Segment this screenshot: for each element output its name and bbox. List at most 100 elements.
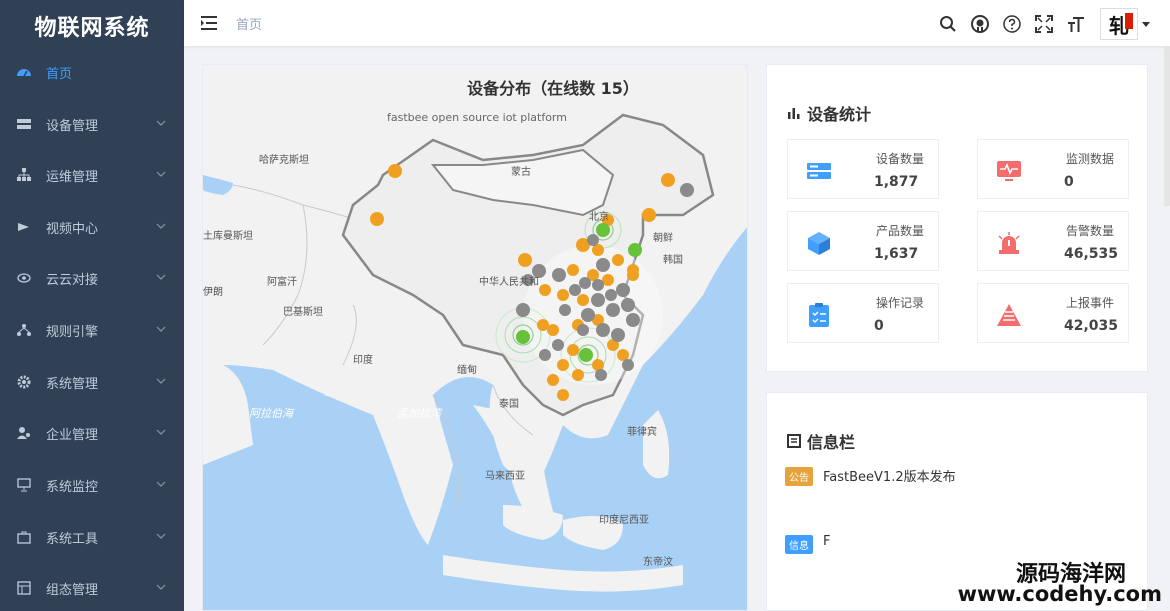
map-label: 阿富汗 bbox=[267, 277, 297, 288]
map-label: 蒙古 bbox=[511, 167, 531, 178]
stat-value: 0 bbox=[1064, 174, 1074, 190]
map-label: 东帝汶 bbox=[643, 557, 673, 568]
sidebar-item-tools[interactable]: 系统工具 bbox=[0, 517, 184, 557]
sidebar-item-cloud[interactable]: 云云对接 bbox=[0, 258, 184, 298]
notice-link[interactable]: FastBeeV1.2版本发布 bbox=[823, 466, 956, 485]
map-label: 哈萨克斯坦 bbox=[259, 155, 309, 166]
breadcrumb[interactable]: 首页 bbox=[236, 14, 262, 33]
sea-label: 孟加拉湾 bbox=[397, 407, 441, 420]
sidebar-item-label: 组态管理 bbox=[46, 582, 99, 598]
sidebar-item-label: 视频中心 bbox=[46, 221, 99, 237]
sidebar-item-label: 系统监控 bbox=[46, 479, 99, 495]
chevron-down-icon bbox=[156, 274, 166, 280]
map-label: 北京 bbox=[589, 212, 609, 223]
bar-chart-icon bbox=[788, 108, 800, 119]
stat-tile-oplogs[interactable]: 操作记录 0 bbox=[787, 283, 939, 343]
hamburger-icon[interactable] bbox=[200, 14, 218, 32]
stat-label: 产品数量 bbox=[875, 224, 924, 238]
chevron-down-icon bbox=[156, 326, 166, 332]
header-actions: 轧 bbox=[926, 8, 1150, 40]
sidebar-item-label: 规则引擎 bbox=[46, 324, 99, 340]
stat-tile-alarms[interactable]: 告警数量 46,535 bbox=[977, 211, 1129, 271]
search-icon[interactable] bbox=[938, 14, 958, 34]
chevron-down-icon bbox=[156, 584, 166, 590]
stats-title: 设备统计 bbox=[807, 105, 872, 124]
map-label: 韩国 bbox=[663, 255, 683, 266]
map-label: 巴基斯坦 bbox=[283, 307, 323, 318]
sidebar-item-config[interactable]: 组态管理 bbox=[0, 568, 184, 608]
chevron-down-icon bbox=[156, 171, 166, 177]
stats-header: 设备统计 bbox=[787, 101, 871, 125]
share-icon bbox=[16, 322, 32, 338]
font-size-icon[interactable] bbox=[1066, 14, 1086, 34]
sidebar-item-ops[interactable]: 运维管理 bbox=[0, 155, 184, 195]
map-label: 菲律宾 bbox=[627, 427, 657, 438]
stat-label: 上报事件 bbox=[1065, 296, 1114, 310]
map-subtitle: fastbee open source iot platform bbox=[387, 111, 567, 124]
sidebar-item-monitor[interactable]: 系统监控 bbox=[0, 465, 184, 505]
cube-icon bbox=[808, 232, 830, 255]
fullscreen-icon[interactable] bbox=[1034, 14, 1054, 34]
notice-title: 信息栏 bbox=[807, 433, 856, 452]
sidebar: 物联网系统 首页 设备管理 运维管理 视频中心 云云对接 规则引擎 系统管理 企… bbox=[0, 0, 184, 611]
scrollbar[interactable] bbox=[1164, 46, 1170, 206]
chevron-down-icon bbox=[156, 429, 166, 435]
sidebar-item-video[interactable]: 视频中心 bbox=[0, 207, 184, 247]
alarm-icon bbox=[998, 232, 1020, 254]
sidebar-item-rules[interactable]: 规则引擎 bbox=[0, 310, 184, 350]
sidebar-item-enterprise[interactable]: 企业管理 bbox=[0, 413, 184, 453]
sea-label: 阿拉伯海 bbox=[249, 407, 293, 420]
device-distribution-map[interactable]: 设备分布（在线数 15） fastbee open source iot pla… bbox=[202, 64, 748, 611]
sidebar-item-label: 系统工具 bbox=[46, 531, 99, 547]
watermark-url: www.codehy.com bbox=[957, 582, 1162, 606]
map-label: 印度尼西亚 bbox=[599, 515, 649, 526]
warning-icon bbox=[997, 304, 1021, 326]
notice-link[interactable]: F bbox=[823, 534, 830, 549]
map-label: 马来西亚 bbox=[485, 471, 525, 482]
map-label: 朝鲜 bbox=[653, 233, 673, 244]
map-label: 伊朗 bbox=[203, 287, 223, 298]
user-group-icon bbox=[16, 425, 32, 441]
app-logo-title: 物联网系统 bbox=[34, 16, 150, 41]
chevron-down-icon bbox=[156, 378, 166, 384]
map-canvas[interactable] bbox=[203, 65, 748, 611]
notice-tag: 信息 bbox=[785, 535, 813, 554]
sidebar-item-system[interactable]: 系统管理 bbox=[0, 362, 184, 402]
stat-value: 0 bbox=[874, 318, 884, 334]
stat-value: 46,535 bbox=[1064, 246, 1119, 262]
sidebar-item-label: 设备管理 bbox=[46, 118, 99, 134]
notice-tag: 公告 bbox=[785, 467, 813, 486]
stat-tile-events[interactable]: 上报事件 42,035 bbox=[977, 283, 1129, 343]
sidebar-item-device[interactable]: 设备管理 bbox=[0, 104, 184, 144]
caret-down-icon[interactable] bbox=[1142, 20, 1150, 28]
avatar[interactable]: 轧 bbox=[1100, 8, 1138, 40]
stat-tile-monitor[interactable]: 监测数据 0 bbox=[977, 139, 1129, 199]
map-label: 泰国 bbox=[499, 399, 519, 410]
sidebar-item-label: 系统管理 bbox=[46, 376, 99, 392]
chevron-down-icon bbox=[156, 223, 166, 229]
stat-value: 1,877 bbox=[874, 174, 919, 190]
document-icon bbox=[787, 434, 801, 448]
device-icon bbox=[16, 116, 32, 132]
gear-icon bbox=[16, 374, 32, 390]
chevron-down-icon bbox=[156, 120, 166, 126]
stat-value: 42,035 bbox=[1064, 318, 1119, 334]
question-icon[interactable] bbox=[1002, 14, 1022, 34]
layout-icon bbox=[16, 580, 32, 596]
stat-tile-devices[interactable]: 设备数量 1,877 bbox=[787, 139, 939, 199]
clipboard-icon bbox=[809, 303, 829, 327]
map-label: 缅甸 bbox=[457, 365, 477, 376]
sidebar-item-label: 首页 bbox=[46, 66, 73, 82]
map-label: 土库曼斯坦 bbox=[203, 231, 253, 242]
stat-tile-products[interactable]: 产品数量 1,637 bbox=[787, 211, 939, 271]
stat-label: 监测数据 bbox=[1065, 152, 1114, 166]
stat-label: 告警数量 bbox=[1065, 224, 1114, 238]
device-stats-card: 设备统计 设备数量 1,877 监测数据 0 产品数量 1,637 告警数量 4… bbox=[766, 64, 1148, 372]
sidebar-item-label: 云云对接 bbox=[46, 272, 99, 288]
stat-value: 1,637 bbox=[874, 246, 919, 262]
chevron-down-icon bbox=[156, 481, 166, 487]
monitor-pulse-icon bbox=[997, 161, 1021, 181]
github-icon[interactable] bbox=[970, 14, 990, 34]
top-navbar: 首页 轧 bbox=[184, 0, 1170, 46]
sidebar-item-home[interactable]: 首页 bbox=[0, 52, 184, 92]
